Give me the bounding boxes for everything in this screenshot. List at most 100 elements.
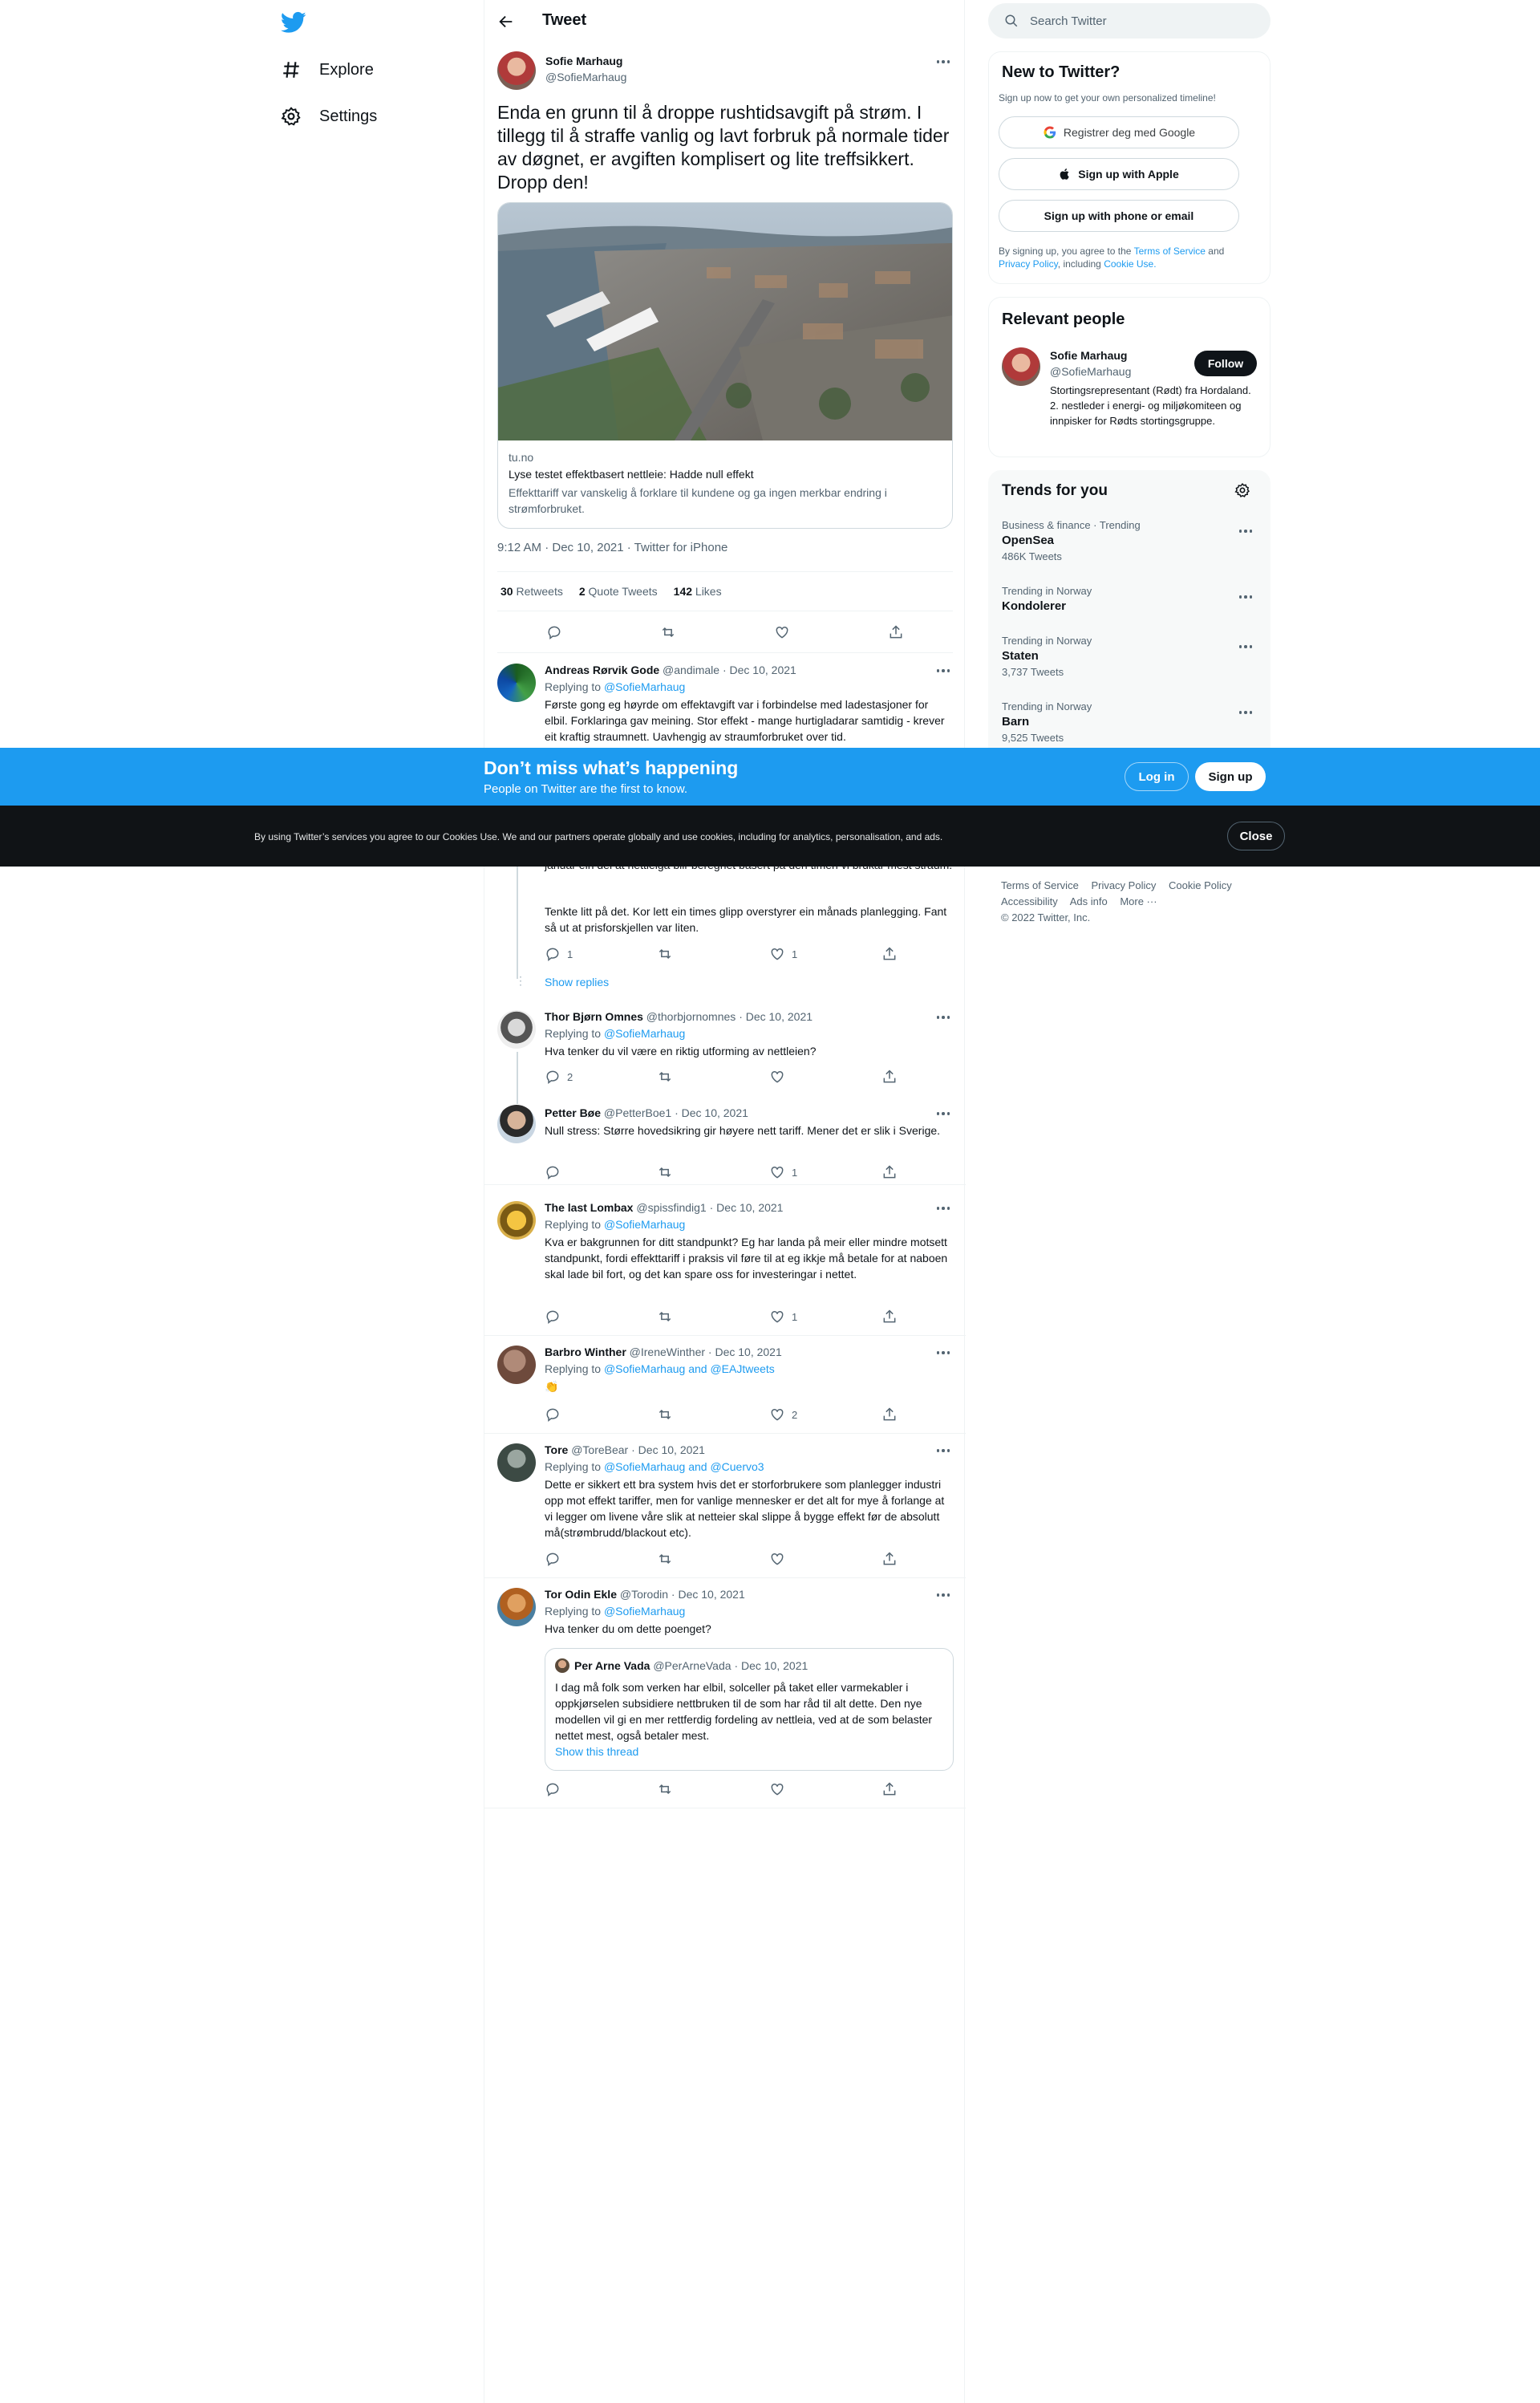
share-button[interactable] (881, 946, 898, 962)
reply-avatar[interactable] (497, 1443, 536, 1482)
reply-date[interactable]: · Dec 10, 2021 (708, 1346, 782, 1358)
more-options-icon[interactable] (934, 58, 953, 66)
back-arrow-icon[interactable] (497, 13, 515, 30)
reply-date[interactable]: · Dec 10, 2021 (739, 1010, 813, 1023)
reply-count[interactable] (545, 1781, 617, 1797)
more-options-icon[interactable] (934, 1349, 953, 1357)
link-card[interactable]: tu.no Lyse testet effektbasert nettleie:… (497, 202, 953, 529)
trend-item[interactable]: Trending in Norway Kondolerer (1002, 585, 1258, 613)
reply-count[interactable] (545, 1551, 617, 1567)
share-icon[interactable] (888, 624, 904, 640)
reply-author-name[interactable]: Andreas Rørvik Gode (545, 664, 659, 676)
reply-author-handle[interactable]: @IreneWinther (630, 1346, 705, 1358)
replying-to-link[interactable]: @SofieMarhaug and @EAJtweets (604, 1362, 775, 1375)
trend-item[interactable]: Business & finance · Trending OpenSea 48… (1002, 519, 1258, 562)
retweet-count[interactable] (657, 1406, 729, 1423)
replying-to-link[interactable]: @SofieMarhaug (604, 1218, 685, 1231)
reply-avatar[interactable] (497, 1346, 536, 1384)
like-count[interactable] (769, 1069, 841, 1085)
reply-avatar[interactable] (497, 1201, 536, 1240)
like-count[interactable]: 1 (769, 1309, 841, 1325)
search-bar[interactable]: Search Twitter (988, 3, 1270, 39)
reply-author-name[interactable]: The last Lombax (545, 1201, 633, 1214)
reply-avatar[interactable] (497, 664, 536, 702)
like-count[interactable]: 2 (769, 1406, 841, 1423)
reply-author-name[interactable]: Tor Odin Ekle (545, 1588, 617, 1601)
nav-settings[interactable]: Settings (281, 104, 377, 128)
nav-explore[interactable]: Explore (281, 58, 374, 82)
more-options-icon[interactable] (1236, 527, 1255, 535)
reply-thread[interactable]: Thor Bjørn Omnes @thorbjornomnes · Dec 1… (484, 1001, 966, 1185)
show-thread-link[interactable]: Show this thread (555, 1745, 638, 1758)
like-count[interactable]: 1 (769, 1164, 841, 1180)
reply-item-continued[interactable]: januar ein dei at nettleiga blir beregne… (484, 854, 966, 1001)
replying-to-link[interactable]: @SofieMarhaug and @Cuervo3 (604, 1460, 764, 1473)
reply-count[interactable]: 1 (545, 946, 617, 962)
reply-item[interactable]: Tor Odin Ekle @Torodin · Dec 10, 2021 Re… (484, 1578, 966, 1808)
share-button[interactable] (881, 1309, 898, 1325)
login-button[interactable]: Log in (1125, 762, 1189, 791)
reply-count[interactable] (545, 1164, 617, 1180)
like-icon[interactable] (774, 624, 790, 640)
relevant-name[interactable]: Sofie Marhaug (1050, 349, 1127, 362)
reply-count[interactable] (545, 1309, 617, 1325)
more-options-icon[interactable] (1236, 643, 1255, 651)
share-button[interactable] (881, 1781, 898, 1797)
footer-ads-link[interactable]: Ads info (1070, 895, 1108, 907)
google-signup-button[interactable]: Registrer deg med Google (999, 116, 1239, 148)
reply-author-name[interactable]: Thor Bjørn Omnes (545, 1010, 643, 1023)
retweet-count[interactable] (657, 1551, 729, 1567)
relevant-avatar[interactable] (1002, 347, 1040, 386)
replying-to-link[interactable]: @SofieMarhaug (604, 680, 685, 693)
reply-icon[interactable] (546, 624, 562, 640)
phone-email-signup-button[interactable]: Sign up with phone or email (999, 200, 1239, 232)
quotes-stat[interactable]: 2 Quote Tweets (579, 585, 658, 598)
likes-stat[interactable]: 142 Likes (674, 585, 722, 598)
like-count[interactable] (769, 1781, 841, 1797)
retweets-stat[interactable]: 30 Retweets (500, 585, 563, 598)
reply-author-name[interactable]: Tore (545, 1443, 568, 1456)
gear-icon[interactable] (1234, 482, 1250, 498)
share-button[interactable] (881, 1551, 898, 1567)
reply-author-name[interactable]: Barbro Winther (545, 1346, 626, 1358)
reply-author-handle[interactable]: @spissfindig1 (636, 1201, 706, 1214)
terms-link[interactable]: Terms of Service (1134, 246, 1206, 257)
retweet-count[interactable] (657, 1309, 729, 1325)
tweet-timestamp[interactable]: 9:12 AM · Dec 10, 2021 · Twitter for iPh… (497, 541, 727, 554)
trend-item[interactable]: Trending in Norway Staten 3,737 Tweets (1002, 635, 1258, 678)
replying-to-link[interactable]: @SofieMarhaug (604, 1605, 685, 1618)
replying-to-link[interactable]: @SofieMarhaug (604, 1027, 685, 1040)
show-replies-link[interactable]: Show replies (545, 976, 609, 988)
reply-date[interactable]: · Dec 10, 2021 (710, 1201, 784, 1214)
reply-author-handle[interactable]: @Torodin (620, 1588, 668, 1601)
signup-button[interactable]: Sign up (1195, 762, 1266, 791)
twitter-logo-icon[interactable] (281, 10, 306, 35)
share-button[interactable] (881, 1164, 898, 1180)
cookie-close-button[interactable]: Close (1227, 822, 1285, 850)
share-button[interactable] (881, 1069, 898, 1085)
cookie-use-link[interactable]: Cookie Use. (1104, 258, 1156, 270)
reply-avatar[interactable] (497, 1588, 536, 1626)
footer-cookie-link[interactable]: Cookie Policy (1169, 879, 1232, 891)
retweet-count[interactable] (657, 1781, 729, 1797)
apple-signup-button[interactable]: Sign up with Apple (999, 158, 1239, 190)
more-options-icon[interactable] (934, 1204, 953, 1212)
reply-date[interactable]: · Dec 10, 2021 (723, 664, 796, 676)
author-handle[interactable]: @SofieMarhaug (545, 71, 626, 83)
reply-author-handle[interactable]: @andimale (663, 664, 719, 676)
reply-author-handle[interactable]: @ToreBear (571, 1443, 628, 1456)
share-button[interactable] (881, 1406, 898, 1423)
more-options-icon[interactable] (1236, 593, 1255, 601)
reply-item[interactable]: Tore @ToreBear · Dec 10, 2021 Replying t… (484, 1434, 966, 1578)
like-count[interactable]: 1 (769, 946, 841, 962)
reply-author-handle[interactable]: @thorbjornomnes (646, 1010, 736, 1023)
more-options-icon[interactable] (1236, 708, 1255, 716)
reply-item[interactable]: Andreas Rørvik Gode @andimale · Dec 10, … (484, 654, 966, 744)
trend-item[interactable]: Trending in Norway Barn 9,525 Tweets (1002, 700, 1258, 744)
reply-count[interactable] (545, 1406, 617, 1423)
reply-author-handle[interactable]: @PetterBoe1 (604, 1106, 671, 1119)
reply-item[interactable]: The last Lombax @spissfindig1 · Dec 10, … (484, 1191, 966, 1336)
retweet-icon[interactable] (660, 624, 676, 640)
reply-avatar[interactable] (497, 1010, 536, 1049)
more-options-icon[interactable] (934, 1447, 953, 1455)
